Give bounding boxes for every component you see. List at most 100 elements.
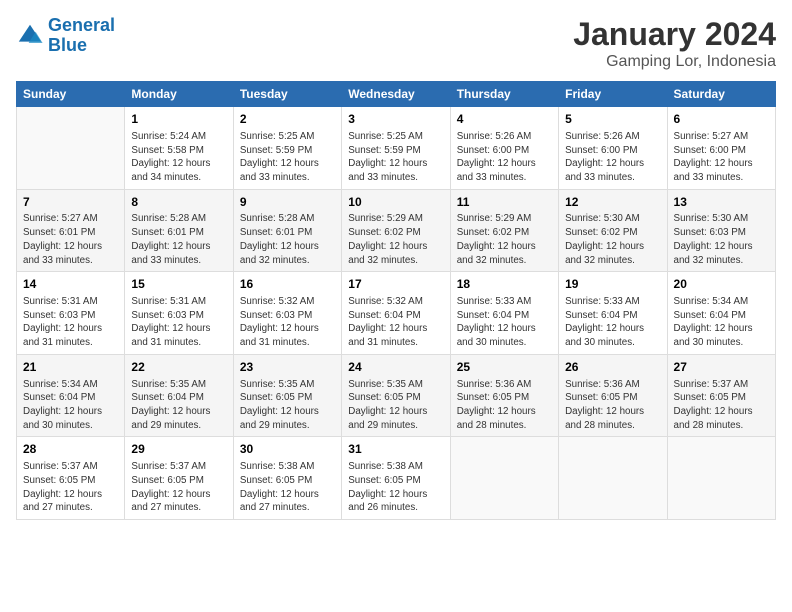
day-info: Sunrise: 5:33 AM Sunset: 6:04 PM Dayligh… — [565, 295, 660, 350]
day-cell: 19 Sunrise: 5:33 AM Sunset: 6:04 PM Dayli… — [559, 272, 667, 355]
day-cell: 13Sunrise: 5:30 AM Sunset: 6:03 PM Dayli… — [667, 189, 775, 272]
day-cell: 10Sunrise: 5:29 AM Sunset: 6:02 PM Dayli… — [342, 189, 450, 272]
week-row-3: 14 Sunrise: 5:31 AM Sunset: 6:03 PM Dayli… — [17, 272, 776, 355]
day-cell — [17, 107, 125, 190]
day-number: 18 — [457, 276, 552, 293]
day-number: 27 — [674, 359, 769, 376]
day-info: Sunrise: 5:34 AM Sunset: 6:04 PM Dayligh… — [23, 378, 118, 433]
day-info: Sunrise: 5:38 AM Sunset: 6:05 PM Dayligh… — [240, 460, 335, 515]
day-number: 13 — [674, 194, 769, 211]
day-cell: 9Sunrise: 5:28 AM Sunset: 6:01 PM Daylig… — [233, 189, 341, 272]
day-cell: 29 Sunrise: 5:37 AM Sunset: 6:05 PM Dayli… — [125, 437, 233, 520]
day-info: Sunrise: 5:30 AM Sunset: 6:03 PM Dayligh… — [674, 212, 769, 267]
day-info: Sunrise: 5:31 AM Sunset: 6:03 PM Dayligh… — [131, 295, 226, 350]
logo-line1: General — [48, 15, 115, 35]
day-info: Sunrise: 5:38 AM Sunset: 6:05 PM Dayligh… — [348, 460, 443, 515]
week-row-4: 21Sunrise: 5:34 AM Sunset: 6:04 PM Dayli… — [17, 354, 776, 437]
week-row-2: 7Sunrise: 5:27 AM Sunset: 6:01 PM Daylig… — [17, 189, 776, 272]
day-info: Sunrise: 5:35 AM Sunset: 6:05 PM Dayligh… — [240, 378, 335, 433]
day-number: 9 — [240, 194, 335, 211]
col-header-friday: Friday — [559, 82, 667, 107]
day-cell: 23Sunrise: 5:35 AM Sunset: 6:05 PM Dayli… — [233, 354, 341, 437]
day-number: 15 — [131, 276, 226, 293]
header-row-days: SundayMondayTuesdayWednesdayThursdayFrid… — [17, 82, 776, 107]
day-info: Sunrise: 5:36 AM Sunset: 6:05 PM Dayligh… — [457, 378, 552, 433]
day-number: 29 — [131, 441, 226, 458]
day-cell: 5 Sunrise: 5:26 AM Sunset: 6:00 PM Daylig… — [559, 107, 667, 190]
day-cell: 26 Sunrise: 5:36 AM Sunset: 6:05 PM Dayli… — [559, 354, 667, 437]
day-info: Sunrise: 5:27 AM Sunset: 6:00 PM Dayligh… — [674, 130, 769, 185]
day-number: 12 — [565, 194, 660, 211]
day-cell: 28 Sunrise: 5:37 AM Sunset: 6:05 PM Dayli… — [17, 437, 125, 520]
logo-text: General Blue — [48, 16, 115, 56]
calendar-table: SundayMondayTuesdayWednesdayThursdayFrid… — [16, 81, 776, 520]
day-number: 4 — [457, 111, 552, 128]
day-cell: 21Sunrise: 5:34 AM Sunset: 6:04 PM Dayli… — [17, 354, 125, 437]
day-cell: 22 Sunrise: 5:35 AM Sunset: 6:04 PM Dayli… — [125, 354, 233, 437]
main-container: General Blue January 2024 Gamping Lor, I… — [0, 0, 792, 528]
day-cell: 18Sunrise: 5:33 AM Sunset: 6:04 PM Dayli… — [450, 272, 558, 355]
day-cell: 17 Sunrise: 5:32 AM Sunset: 6:04 PM Dayli… — [342, 272, 450, 355]
day-cell: 14 Sunrise: 5:31 AM Sunset: 6:03 PM Dayli… — [17, 272, 125, 355]
location-title: Gamping Lor, Indonesia — [573, 53, 776, 71]
day-number: 14 — [23, 276, 118, 293]
day-info: Sunrise: 5:29 AM Sunset: 6:02 PM Dayligh… — [348, 212, 443, 267]
day-number: 31 — [348, 441, 443, 458]
day-number: 26 — [565, 359, 660, 376]
day-cell: 25 Sunrise: 5:36 AM Sunset: 6:05 PM Dayli… — [450, 354, 558, 437]
day-cell: 8Sunrise: 5:28 AM Sunset: 6:01 PM Daylig… — [125, 189, 233, 272]
day-info: Sunrise: 5:36 AM Sunset: 6:05 PM Dayligh… — [565, 378, 660, 433]
day-cell: 11Sunrise: 5:29 AM Sunset: 6:02 PM Dayli… — [450, 189, 558, 272]
day-info: Sunrise: 5:32 AM Sunset: 6:04 PM Dayligh… — [348, 295, 443, 350]
day-number: 25 — [457, 359, 552, 376]
col-header-sunday: Sunday — [17, 82, 125, 107]
day-info: Sunrise: 5:29 AM Sunset: 6:02 PM Dayligh… — [457, 212, 552, 267]
col-header-monday: Monday — [125, 82, 233, 107]
logo-line2: Blue — [48, 35, 87, 55]
week-row-1: 1Sunrise: 5:24 AM Sunset: 5:58 PM Daylig… — [17, 107, 776, 190]
day-number: 8 — [131, 194, 226, 211]
day-info: Sunrise: 5:30 AM Sunset: 6:02 PM Dayligh… — [565, 212, 660, 267]
day-cell — [667, 437, 775, 520]
day-info: Sunrise: 5:32 AM Sunset: 6:03 PM Dayligh… — [240, 295, 335, 350]
day-info: Sunrise: 5:31 AM Sunset: 6:03 PM Dayligh… — [23, 295, 118, 350]
day-number: 20 — [674, 276, 769, 293]
col-header-tuesday: Tuesday — [233, 82, 341, 107]
week-row-5: 28 Sunrise: 5:37 AM Sunset: 6:05 PM Dayli… — [17, 437, 776, 520]
day-number: 17 — [348, 276, 443, 293]
day-info: Sunrise: 5:26 AM Sunset: 6:00 PM Dayligh… — [565, 130, 660, 185]
day-cell: 3 Sunrise: 5:25 AM Sunset: 5:59 PM Daylig… — [342, 107, 450, 190]
col-header-thursday: Thursday — [450, 82, 558, 107]
day-number: 3 — [348, 111, 443, 128]
day-number: 6 — [674, 111, 769, 128]
logo-icon — [16, 22, 44, 50]
day-info: Sunrise: 5:28 AM Sunset: 6:01 PM Dayligh… — [131, 212, 226, 267]
day-number: 5 — [565, 111, 660, 128]
logo: General Blue — [16, 16, 115, 56]
day-cell: 24Sunrise: 5:35 AM Sunset: 6:05 PM Dayli… — [342, 354, 450, 437]
col-header-wednesday: Wednesday — [342, 82, 450, 107]
day-info: Sunrise: 5:35 AM Sunset: 6:04 PM Dayligh… — [131, 378, 226, 433]
day-info: Sunrise: 5:26 AM Sunset: 6:00 PM Dayligh… — [457, 130, 552, 185]
day-cell: 16 Sunrise: 5:32 AM Sunset: 6:03 PM Dayli… — [233, 272, 341, 355]
day-number: 22 — [131, 359, 226, 376]
day-number: 7 — [23, 194, 118, 211]
day-cell: 20Sunrise: 5:34 AM Sunset: 6:04 PM Dayli… — [667, 272, 775, 355]
day-cell: 2Sunrise: 5:25 AM Sunset: 5:59 PM Daylig… — [233, 107, 341, 190]
day-number: 28 — [23, 441, 118, 458]
day-info: Sunrise: 5:24 AM Sunset: 5:58 PM Dayligh… — [131, 130, 226, 185]
day-info: Sunrise: 5:37 AM Sunset: 6:05 PM Dayligh… — [23, 460, 118, 515]
day-info: Sunrise: 5:35 AM Sunset: 6:05 PM Dayligh… — [348, 378, 443, 433]
day-cell — [450, 437, 558, 520]
day-info: Sunrise: 5:25 AM Sunset: 5:59 PM Dayligh… — [348, 130, 443, 185]
month-title: January 2024 — [573, 16, 776, 53]
day-number: 16 — [240, 276, 335, 293]
day-info: Sunrise: 5:37 AM Sunset: 6:05 PM Dayligh… — [131, 460, 226, 515]
day-cell: 7Sunrise: 5:27 AM Sunset: 6:01 PM Daylig… — [17, 189, 125, 272]
day-info: Sunrise: 5:25 AM Sunset: 5:59 PM Dayligh… — [240, 130, 335, 185]
day-cell: 4 Sunrise: 5:26 AM Sunset: 6:00 PM Daylig… — [450, 107, 558, 190]
day-info: Sunrise: 5:28 AM Sunset: 6:01 PM Dayligh… — [240, 212, 335, 267]
day-number: 19 — [565, 276, 660, 293]
day-cell: 31 Sunrise: 5:38 AM Sunset: 6:05 PM Dayli… — [342, 437, 450, 520]
day-cell — [559, 437, 667, 520]
